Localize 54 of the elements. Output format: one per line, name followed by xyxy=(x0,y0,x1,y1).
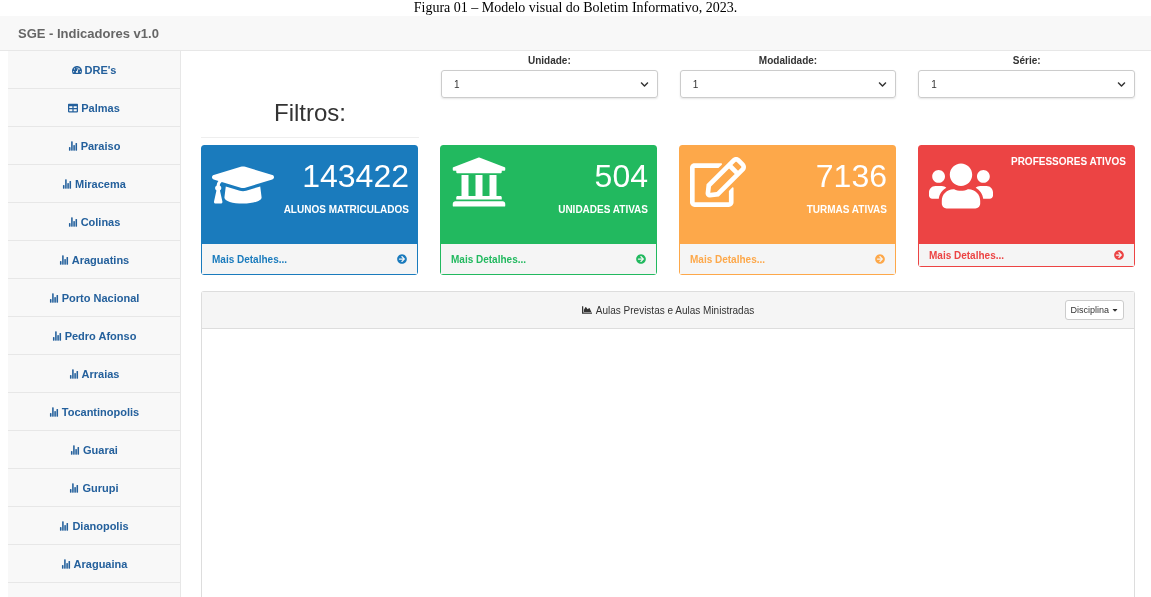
bar-chart-icon xyxy=(48,406,59,417)
filters-title: Filtros: xyxy=(274,99,346,127)
sidebar-item[interactable]: Araguaina xyxy=(8,545,180,583)
stat-number: 504 xyxy=(594,157,648,196)
sidebar-item[interactable]: Araguatins xyxy=(8,241,180,279)
select-label: Série: xyxy=(1011,55,1042,66)
bar-chart-icon xyxy=(48,292,59,303)
stat-label: UNIDADES ATIVAS xyxy=(558,204,648,215)
bar-chart-icon xyxy=(51,330,62,341)
select-field[interactable]: 1 xyxy=(679,70,897,98)
sidebar-item[interactable]: DRE's xyxy=(8,51,180,89)
bar-chart-icon xyxy=(69,482,80,493)
caret-icon xyxy=(1111,306,1119,314)
stat-label: PROFESSORES ATIVOS xyxy=(1010,156,1126,167)
bar-chart-icon xyxy=(58,254,69,265)
details-link[interactable]: Mais Detalhes... xyxy=(202,244,417,274)
bar-chart-icon xyxy=(62,178,73,189)
sidebar-item[interactable]: Tocantinopolis xyxy=(8,393,180,431)
bar-chart-icon xyxy=(70,444,81,455)
sidebar-item[interactable]: Palmas xyxy=(8,89,180,127)
table-icon xyxy=(68,102,79,113)
bar-chart-icon xyxy=(67,140,78,151)
gauge-icon xyxy=(71,64,82,75)
sidebar-item[interactable]: Colinas xyxy=(8,203,180,241)
stat-label: TURMAS ATIVAS xyxy=(806,204,887,215)
edit-icon xyxy=(690,154,746,210)
brand-title: SGE - Indicadores v1.0 xyxy=(18,25,159,41)
select-label: Unidade: xyxy=(526,55,572,66)
area-chart-icon xyxy=(581,305,592,315)
chevron-down-icon xyxy=(1117,79,1126,89)
sidebar-item[interactable]: Paraiso xyxy=(8,127,180,165)
bar-chart-icon xyxy=(60,558,71,569)
stat-number: 143422 xyxy=(302,157,409,196)
sidebar-item[interactable]: Dianopolis xyxy=(8,507,180,545)
stat-label: ALUNOS MATRICULADOS xyxy=(283,204,409,215)
details-link[interactable]: Mais Detalhes... xyxy=(919,244,1134,266)
select-label: Modalidade: xyxy=(757,55,819,66)
sidebar-item[interactable]: Gurupi xyxy=(8,469,180,507)
chevron-down-icon xyxy=(878,79,888,89)
select-field[interactable]: 1 xyxy=(918,70,1135,98)
figure-caption: Figura 01 – Modelo visual do Boletim Informativo, 2023. xyxy=(412,0,739,16)
stat-number: 7136 xyxy=(815,157,887,196)
sidebar-item[interactable]: Arraias xyxy=(8,355,180,393)
bar-chart-icon xyxy=(59,520,70,531)
select-field[interactable]: 1 xyxy=(441,70,658,98)
discipline-dropdown[interactable]: Disciplina xyxy=(1065,300,1124,320)
sidebar-item[interactable]: Porto Nacional xyxy=(8,279,180,317)
sidebar-item[interactable]: Guarai xyxy=(8,431,180,469)
bar-chart-icon xyxy=(68,368,79,379)
sidebar-item[interactable]: Miracema xyxy=(8,165,180,203)
bar-chart-icon xyxy=(67,216,78,227)
sidebar-item[interactable]: Pedro Afonso xyxy=(8,317,180,355)
chevron-down-icon xyxy=(639,79,649,89)
panel-title: Aulas Previstas e Aulas Ministradas xyxy=(581,304,755,316)
